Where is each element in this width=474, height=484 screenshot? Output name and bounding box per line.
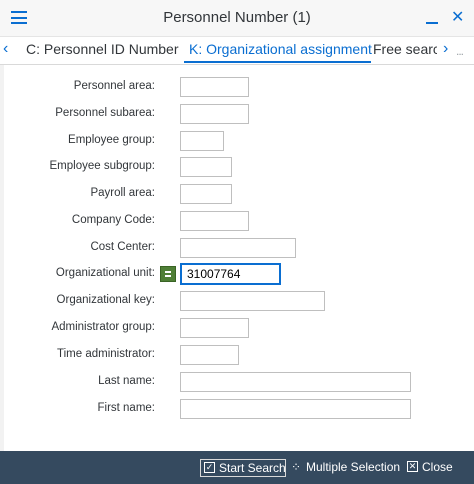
- payroll-area-label: Payroll area:: [90, 187, 155, 199]
- employee-group-label: Employee group:: [68, 134, 155, 146]
- employee-group-input[interactable]: [180, 131, 224, 151]
- field-row-organizational-unit: Organizational unit:: [0, 263, 474, 286]
- cost-center-label: Cost Center:: [90, 241, 155, 253]
- time-administrator-input[interactable]: [180, 345, 239, 365]
- field-row-company-code: Company Code:: [0, 211, 474, 233]
- field-row-time-administrator: Time administrator:: [0, 345, 474, 367]
- field-row-payroll-area: Payroll area:: [0, 184, 474, 206]
- administrator-group-label: Administrator group:: [51, 321, 155, 333]
- field-row-organizational-key: Organizational key:: [0, 291, 474, 313]
- company-code-label: Company Code:: [71, 214, 155, 226]
- tab-personnel-id-number[interactable]: C: Personnel ID Number: [26, 41, 179, 57]
- multiple-selection-icon: ⁘: [291, 460, 302, 474]
- multiple-selection-label: Multiple Selection: [306, 460, 401, 474]
- payroll-area-input[interactable]: [180, 184, 232, 204]
- field-row-personnel-subarea: Personnel subarea:: [0, 104, 474, 126]
- field-row-first-name: First name:: [0, 399, 474, 421]
- title-bar: Personnel Number (1) ✕: [0, 0, 474, 37]
- organizational-unit-input[interactable]: [180, 263, 281, 285]
- close-icon[interactable]: ✕: [451, 7, 464, 27]
- window-title: Personnel Number (1): [163, 9, 311, 26]
- more-tabs-icon[interactable]: ...: [456, 44, 464, 58]
- employee-subgroup-input[interactable]: [180, 157, 232, 177]
- field-row-employee-group: Employee group:: [0, 131, 474, 153]
- start-search-button[interactable]: ✓ Start Search: [200, 459, 286, 477]
- cost-center-input[interactable]: [180, 238, 296, 258]
- chevron-left-icon[interactable]: ‹: [3, 40, 8, 58]
- field-row-employee-subgroup: Employee subgroup:: [0, 157, 474, 179]
- footer-toolbar: ✓ Start Search ⁘ Multiple Selection ✕ Cl…: [0, 451, 474, 484]
- chevron-right-icon[interactable]: ›: [443, 40, 448, 58]
- field-row-administrator-group: Administrator group:: [0, 318, 474, 340]
- active-tab-indicator: [184, 61, 371, 63]
- last-name-input[interactable]: [180, 372, 411, 392]
- list-selection-icon[interactable]: [160, 266, 176, 282]
- field-row-cost-center: Cost Center:: [0, 238, 474, 260]
- first-name-input[interactable]: [180, 399, 411, 419]
- company-code-input[interactable]: [180, 211, 249, 231]
- search-form: Personnel area: Personnel subarea: Emplo…: [0, 65, 474, 451]
- organizational-unit-label: Organizational unit:: [55, 267, 155, 279]
- tab-organizational-assignment[interactable]: K: Organizational assignment: [189, 41, 372, 57]
- close-label: Close: [422, 460, 453, 474]
- first-name-label: First name:: [97, 402, 155, 414]
- field-row-personnel-area: Personnel area:: [0, 77, 474, 99]
- administrator-group-input[interactable]: [180, 318, 249, 338]
- field-row-last-name: Last name:: [0, 372, 474, 394]
- time-administrator-label: Time administrator:: [57, 348, 155, 360]
- last-name-label: Last name:: [98, 375, 155, 387]
- personnel-area-input[interactable]: [180, 77, 249, 97]
- personnel-subarea-input[interactable]: [180, 104, 249, 124]
- organizational-key-label: Organizational key:: [56, 294, 155, 306]
- checkmark-icon: ✓: [204, 462, 215, 473]
- organizational-key-input[interactable]: [180, 291, 325, 311]
- minimize-icon[interactable]: [426, 22, 438, 24]
- tab-free-search[interactable]: Free search: [373, 41, 437, 57]
- close-box-icon: ✕: [407, 461, 418, 472]
- personnel-area-label: Personnel area:: [73, 80, 155, 92]
- employee-subgroup-label: Employee subgroup:: [49, 160, 155, 172]
- start-search-label: Start Search: [219, 461, 286, 475]
- personnel-subarea-label: Personnel subarea:: [55, 107, 155, 119]
